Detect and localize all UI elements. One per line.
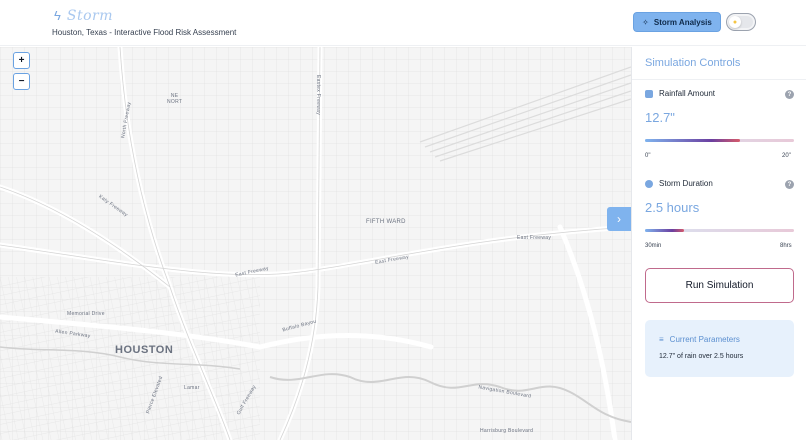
rainfall-value: 12.7" [645,110,675,125]
app-header: ϟ Storm Houston, Texas - Interactive Flo… [0,0,806,46]
current-parameters-text: 12.7" of rain over 2.5 hours [659,353,744,360]
duration-slider-fill [645,229,684,232]
chevron-right-icon: › [617,212,621,226]
duration-value: 2.5 hours [645,200,700,215]
list-icon: ≡ [659,335,664,344]
rainfall-slider-fill [645,139,740,142]
run-simulation-button[interactable]: Run Simulation [645,268,794,303]
panel-title: Simulation Controls [645,57,741,69]
clock-icon [645,179,653,188]
rainfall-min-label: 0" [645,153,651,159]
storm-analysis-label: Storm Analysis [653,17,712,27]
duration-slider[interactable] [645,229,794,232]
map-label-east-freeway-right: East Freeway [517,235,552,241]
current-parameters-card: ≡ Current Parameters 12.7" of rain over … [645,320,794,377]
rainfall-max-label: 20" [782,153,791,159]
map-label-fifth-ward: FIFTH WARD [366,219,406,225]
map-label-eastex-freeway: Eastex Freeway [315,74,322,116]
collapse-panel-button[interactable]: › [607,207,631,231]
app-subtitle: Houston, Texas - Interactive Flood Risk … [52,28,237,37]
duration-min-label: 30min [645,243,662,249]
rainfall-slider[interactable] [645,139,794,142]
duration-max-label: 8hrs [780,243,792,249]
duration-header: Storm Duration [645,179,713,188]
sparkle-icon: ✧ [642,17,649,27]
map-label-memorial-drive: Memorial Drive [67,311,105,317]
theme-toggle[interactable]: ● [726,13,756,31]
map-label-harrisburg: Harrisburg Boulevard [480,428,534,434]
simulation-panel: Simulation Controls Rainfall Amount ? 12… [631,47,806,440]
rainfall-label: Rainfall Amount [659,89,716,98]
current-parameters-header: ≡ Current Parameters [659,335,740,344]
brand: ϟ Storm [54,8,113,24]
app-title: Storm [66,8,114,24]
bolt-icon: ϟ [54,8,61,23]
duration-help-icon[interactable]: ? [785,180,794,189]
panel-divider [632,79,806,80]
zoom-in-button[interactable]: + [13,52,30,69]
map-label-houston: HOUSTON [115,344,174,356]
rainfall-header: Rainfall Amount [645,89,715,98]
map-label-lamar: Lamar [184,385,200,391]
map-label-ne-north: NE NORT [167,93,183,105]
flood-map[interactable]: + − NE NORT North Freeway Eastex Freeway… [0,47,631,440]
current-parameters-title: Current Parameters [669,335,740,344]
rainfall-help-icon[interactable]: ? [785,90,794,99]
rain-gauge-icon [645,89,653,98]
sun-icon: ● [729,16,741,28]
storm-analysis-button[interactable]: ✧ Storm Analysis [633,12,721,32]
zoom-out-button[interactable]: − [13,73,30,90]
duration-label: Storm Duration [659,179,713,188]
